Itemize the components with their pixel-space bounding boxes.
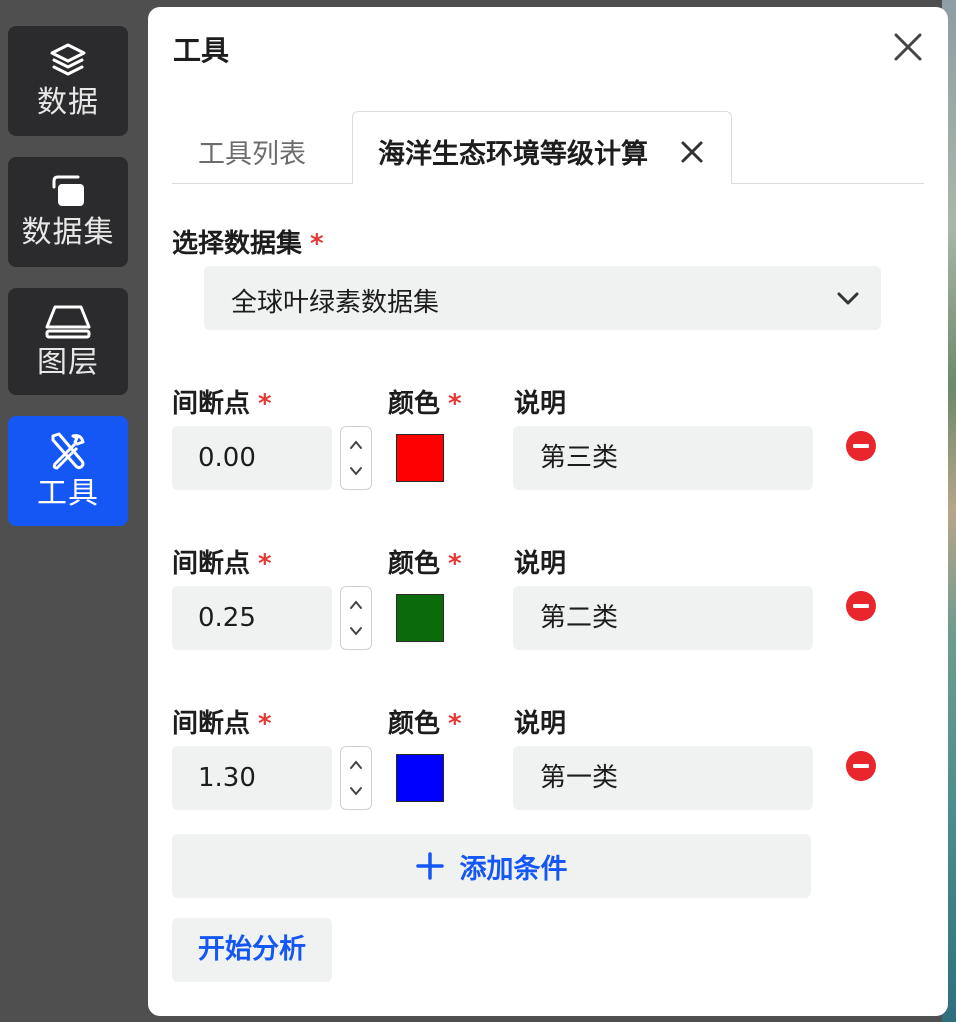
color-swatch[interactable] [396,754,444,802]
color-swatch[interactable] [396,594,444,642]
chevron-up-icon[interactable] [347,436,365,454]
chevron-down-icon [837,292,859,305]
close-icon[interactable] [892,31,924,63]
breakpoint-input[interactable]: 0.00 [172,426,332,490]
add-condition-label: 添加条件 [459,853,568,885]
add-condition-button[interactable]: 添加条件 [172,834,811,898]
sidebar-item-layer[interactable]: 图层 [8,288,128,395]
color-label-text: 颜色 [388,549,441,579]
description-input[interactable]: 第二类 [513,586,813,650]
color-label: 颜色 * [388,383,462,420]
breakpoint-stepper [340,746,372,810]
breakpoint-stepper [340,586,372,650]
required-mark: * [448,709,462,739]
required-mark: * [258,549,272,579]
dataset-select[interactable]: 全球叶绿素数据集 [204,266,881,330]
breakpoint-input[interactable]: 1.30 [172,746,332,810]
sidebar-item-tools[interactable]: 工具 [8,416,128,526]
chevron-down-icon[interactable] [347,622,365,640]
breakpoint-label-text: 间断点 [172,709,251,739]
breakpoint-input[interactable]: 0.25 [172,586,332,650]
breakpoint-label-text: 间断点 [172,549,251,579]
color-label: 颜色 * [388,543,462,580]
sidebar-item-label: 数据 [37,85,99,120]
close-tab-icon[interactable] [679,139,705,165]
required-mark: * [310,229,324,259]
dataset-label: 选择数据集 * [172,223,324,260]
color-label: 颜色 * [388,703,462,740]
dataset-icon [52,175,84,206]
tab-tool-list[interactable]: 工具列表 [198,132,306,171]
panel-title: 工具 [173,34,230,67]
color-label-text: 颜色 [388,709,441,739]
layers-icon [50,43,86,76]
remove-circle-icon[interactable] [846,431,876,461]
description-input[interactable]: 第一类 [513,746,813,810]
breakpoint-label: 间断点 * [172,543,272,580]
sidebar-item-dataset[interactable]: 数据集 [8,157,128,267]
description-label: 说明 [514,709,567,739]
chevron-up-icon[interactable] [347,596,365,614]
sidebar-item-data[interactable]: 数据 [8,26,128,136]
breakpoint-stepper [340,426,372,490]
chevron-down-icon[interactable] [347,782,365,800]
color-swatch[interactable] [396,434,444,482]
dataset-select-value: 全球叶绿素数据集 [231,288,440,318]
plus-icon [415,852,444,880]
breakpoint-label-text: 间断点 [172,389,251,419]
breakpoint-label: 间断点 * [172,703,272,740]
chevron-up-icon[interactable] [347,756,365,774]
start-analysis-button[interactable]: 开始分析 [172,918,332,982]
required-mark: * [258,389,272,419]
required-mark: * [448,549,462,579]
tab-label: 海洋生态环境等级计算 [378,139,648,170]
sidebar-item-label: 图层 [37,344,99,380]
tools-icon [51,432,85,470]
color-label-text: 颜色 [388,389,441,419]
tab-ocean-ecology[interactable]: 海洋生态环境等级计算 [352,111,732,184]
breakpoint-label: 间断点 * [172,383,272,420]
description-input[interactable]: 第三类 [513,426,813,490]
sidebar-item-label: 数据集 [21,215,115,250]
required-mark: * [448,389,462,419]
chevron-down-icon[interactable] [347,462,365,480]
required-mark: * [258,709,272,739]
remove-circle-icon[interactable] [846,591,876,621]
tools-panel: 工具 工具列表 海洋生态环境等级计算 选择数据集 * 全球叶绿素数据集 间断点 * … [148,7,948,1016]
layer-icon [45,305,91,338]
dataset-label-text: 选择数据集 [172,229,303,259]
description-label: 说明 [514,389,567,419]
sidebar-item-label: 工具 [37,476,99,511]
remove-circle-icon[interactable] [846,751,876,781]
description-label: 说明 [514,549,567,579]
